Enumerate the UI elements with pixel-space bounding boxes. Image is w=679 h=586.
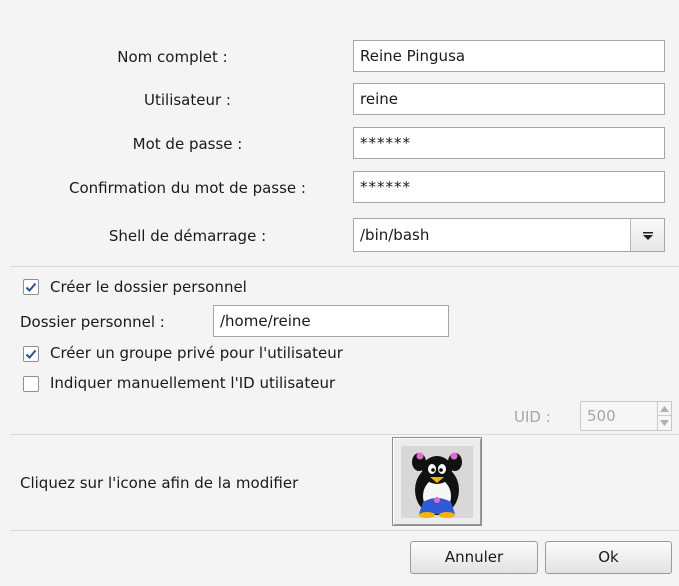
penguin-avatar-icon (401, 446, 473, 518)
chevron-down-icon (643, 232, 653, 240)
shell-dropdown-button[interactable] (630, 219, 664, 251)
ok-button[interactable]: Ok (545, 541, 672, 574)
spin-up-button[interactable] (658, 402, 671, 416)
uid-label: UID : (514, 408, 551, 426)
confirm-password-field[interactable]: ****** (353, 171, 665, 203)
separator-bottom (10, 530, 679, 531)
uid-spinner[interactable] (657, 402, 671, 430)
uid-value: 500 (587, 407, 616, 425)
icon-hint-label: Cliquez sur l'icone afin de la modifier (20, 474, 299, 492)
manual-uid-label: Indiquer manuellement l'ID utilisateur (50, 374, 336, 392)
home-dir-field[interactable]: /home/reine (213, 305, 449, 337)
full-name-field[interactable]: Reine Pingusa (353, 40, 665, 72)
confirm-password-label: Confirmation du mot de passe : (69, 179, 306, 197)
arrow-up-icon (660, 406, 669, 412)
avatar-icon-button[interactable] (392, 437, 482, 526)
create-home-checkbox[interactable] (23, 279, 39, 295)
user-field[interactable]: reine (353, 83, 665, 115)
password-field[interactable]: ****** (353, 127, 665, 159)
separator-top (10, 266, 679, 267)
arrow-down-icon (660, 420, 669, 426)
private-group-label: Créer un groupe privé pour l'utilisateur (50, 344, 343, 362)
checkmark-icon (25, 282, 37, 292)
password-label: Mot de passe : (132, 135, 243, 153)
shell-select[interactable]: /bin/bash (353, 218, 665, 252)
separator-middle (10, 434, 679, 435)
shell-value: /bin/bash (360, 226, 430, 244)
checkmark-icon (25, 349, 37, 359)
create-home-label: Créer le dossier personnel (50, 278, 247, 296)
shell-label: Shell de démarrage : (108, 227, 267, 245)
private-group-checkbox[interactable] (23, 346, 39, 362)
spin-down-button[interactable] (658, 416, 671, 430)
manual-uid-checkbox[interactable] (23, 376, 39, 392)
full-name-label: Nom complet : (117, 48, 228, 66)
cancel-button[interactable]: Annuler (410, 541, 538, 574)
user-label: Utilisateur : (144, 91, 231, 109)
home-dir-label: Dossier personnel : (20, 313, 165, 331)
uid-spinbox[interactable]: 500 (580, 401, 672, 431)
